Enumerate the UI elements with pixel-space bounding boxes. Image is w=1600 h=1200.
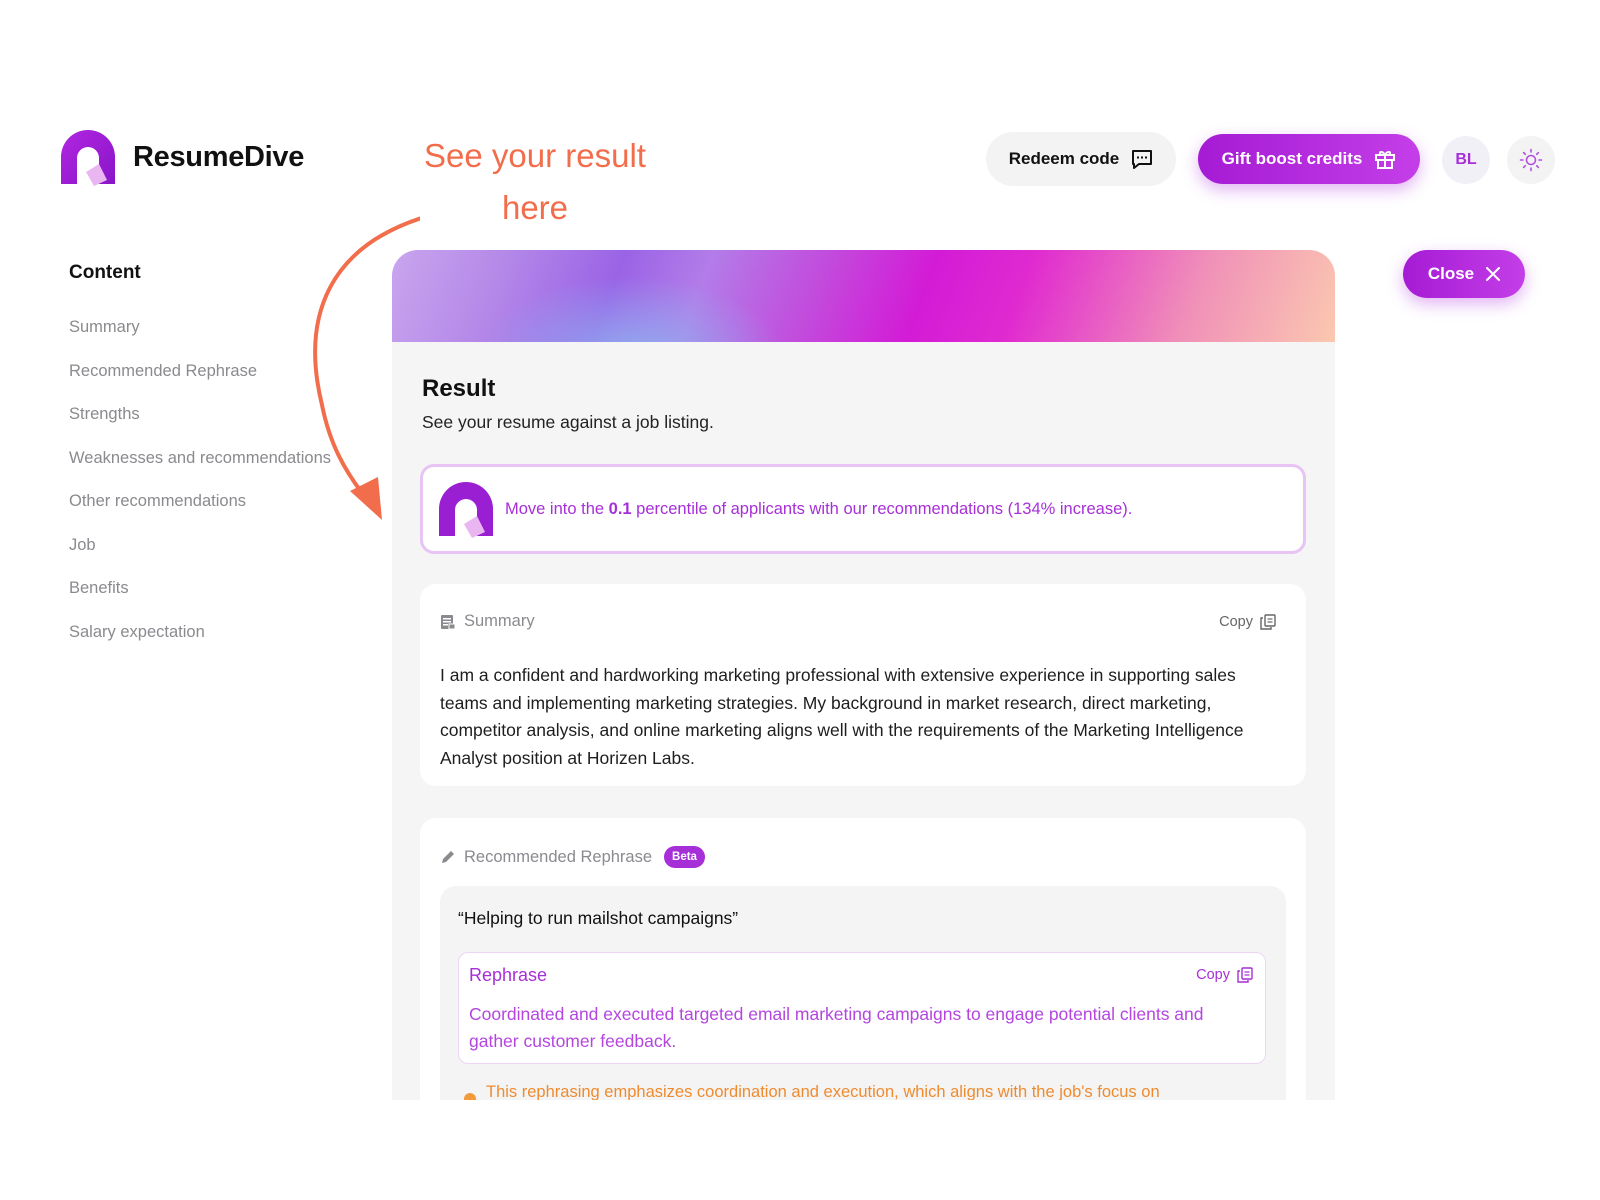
percentile-value: 0.1 bbox=[608, 499, 632, 518]
pencil-icon bbox=[442, 851, 454, 863]
result-panel: Result See your resume against a job lis… bbox=[392, 250, 1335, 1100]
rephrase-explanation: This rephrasing emphasizes coordination … bbox=[464, 1083, 1160, 1100]
copy-label: Copy bbox=[1219, 614, 1253, 630]
rephrase-suggestion-box: Rephrase Copy Coordinated and executed t… bbox=[458, 952, 1266, 1064]
copy-icon bbox=[1237, 967, 1253, 983]
brand-name: ResumeDive bbox=[133, 140, 305, 173]
summary-card: Summary Copy I am a confident and hardwo… bbox=[420, 584, 1306, 786]
result-subtitle: See your resume against a job listing. bbox=[422, 412, 714, 432]
redeem-code-label: Redeem code bbox=[1008, 149, 1120, 168]
summary-copy-button[interactable]: Copy bbox=[1219, 614, 1276, 630]
sidebar-title: Content bbox=[69, 262, 141, 283]
copy-icon bbox=[1260, 614, 1276, 630]
gift-boost-credits-label: Gift boost credits bbox=[1221, 149, 1363, 168]
resumedive-logo-icon bbox=[439, 482, 493, 538]
sidebar-item-strengths[interactable]: Strengths bbox=[69, 404, 369, 448]
gift-boost-credits-button[interactable]: Gift boost credits bbox=[1198, 134, 1420, 184]
theme-toggle-button[interactable] bbox=[1507, 136, 1555, 184]
rephrase-item: “Helping to run mailshot campaigns” Reph… bbox=[440, 886, 1286, 1100]
gift-icon bbox=[1375, 151, 1396, 169]
summary-card-header: Summary bbox=[440, 612, 535, 631]
sun-icon bbox=[1519, 148, 1543, 172]
content-sidebar: Content Summary Recommended Rephrase Str… bbox=[69, 262, 369, 665]
annotation-line-2: here bbox=[501, 189, 569, 226]
message-icon bbox=[1132, 150, 1153, 169]
original-phrase: “Helping to run mailshot campaigns” bbox=[458, 908, 739, 928]
brand-logo[interactable]: ResumeDive bbox=[59, 128, 304, 186]
resumedive-logo-icon bbox=[61, 130, 115, 186]
rephrase-card-title: Recommended Rephrase bbox=[464, 847, 653, 866]
sidebar-item-other-recommendations[interactable]: Other recommendations bbox=[69, 491, 369, 535]
page-bottom-mask bbox=[0, 1100, 1600, 1200]
recommended-rephrase-card: Recommended Rephrase Beta “Helping to ru… bbox=[420, 818, 1306, 1100]
result-title: Result bbox=[422, 375, 496, 402]
beta-badge: Beta bbox=[664, 846, 705, 868]
summary-text: I am a confident and hardworking marketi… bbox=[440, 665, 1244, 768]
sidebar-item-job[interactable]: Job bbox=[69, 535, 369, 579]
rephrase-copy-button[interactable]: Copy bbox=[1196, 967, 1253, 983]
rephrase-explanation-text: This rephrasing emphasizes coordination … bbox=[486, 1083, 1160, 1100]
close-button[interactable]: Close bbox=[1403, 250, 1525, 298]
annotation-line-1: See your result bbox=[424, 137, 646, 174]
sidebar-item-salary-expectation[interactable]: Salary expectation bbox=[69, 622, 369, 666]
annotation-callout: See your result here bbox=[405, 130, 665, 234]
copy-label: Copy bbox=[1196, 967, 1230, 983]
percentile-promo-banner: Move into the 0.1 percentile of applican… bbox=[420, 464, 1306, 554]
rephrase-label: Rephrase bbox=[469, 965, 548, 985]
sidebar-item-weaknesses[interactable]: Weaknesses and recommendations bbox=[69, 448, 369, 492]
document-icon bbox=[441, 614, 456, 629]
redeem-code-button[interactable]: Redeem code bbox=[986, 132, 1176, 186]
user-avatar[interactable]: BL bbox=[1442, 136, 1490, 184]
gradient-banner bbox=[392, 250, 1335, 342]
sidebar-item-benefits[interactable]: Benefits bbox=[69, 578, 369, 622]
sidebar-item-recommended-rephrase[interactable]: Recommended Rephrase bbox=[69, 361, 369, 405]
rephrase-suggestion-text: Coordinated and executed targeted email … bbox=[469, 1004, 1204, 1051]
close-icon bbox=[1486, 267, 1501, 281]
warning-dot-icon bbox=[464, 1093, 476, 1100]
close-label: Close bbox=[1427, 264, 1475, 283]
promo-text: Move into the 0.1 percentile of applican… bbox=[505, 499, 1133, 518]
rephrase-card-header: Recommended Rephrase Beta bbox=[440, 846, 705, 868]
sidebar-item-summary[interactable]: Summary bbox=[69, 317, 369, 361]
summary-card-title: Summary bbox=[464, 612, 535, 630]
